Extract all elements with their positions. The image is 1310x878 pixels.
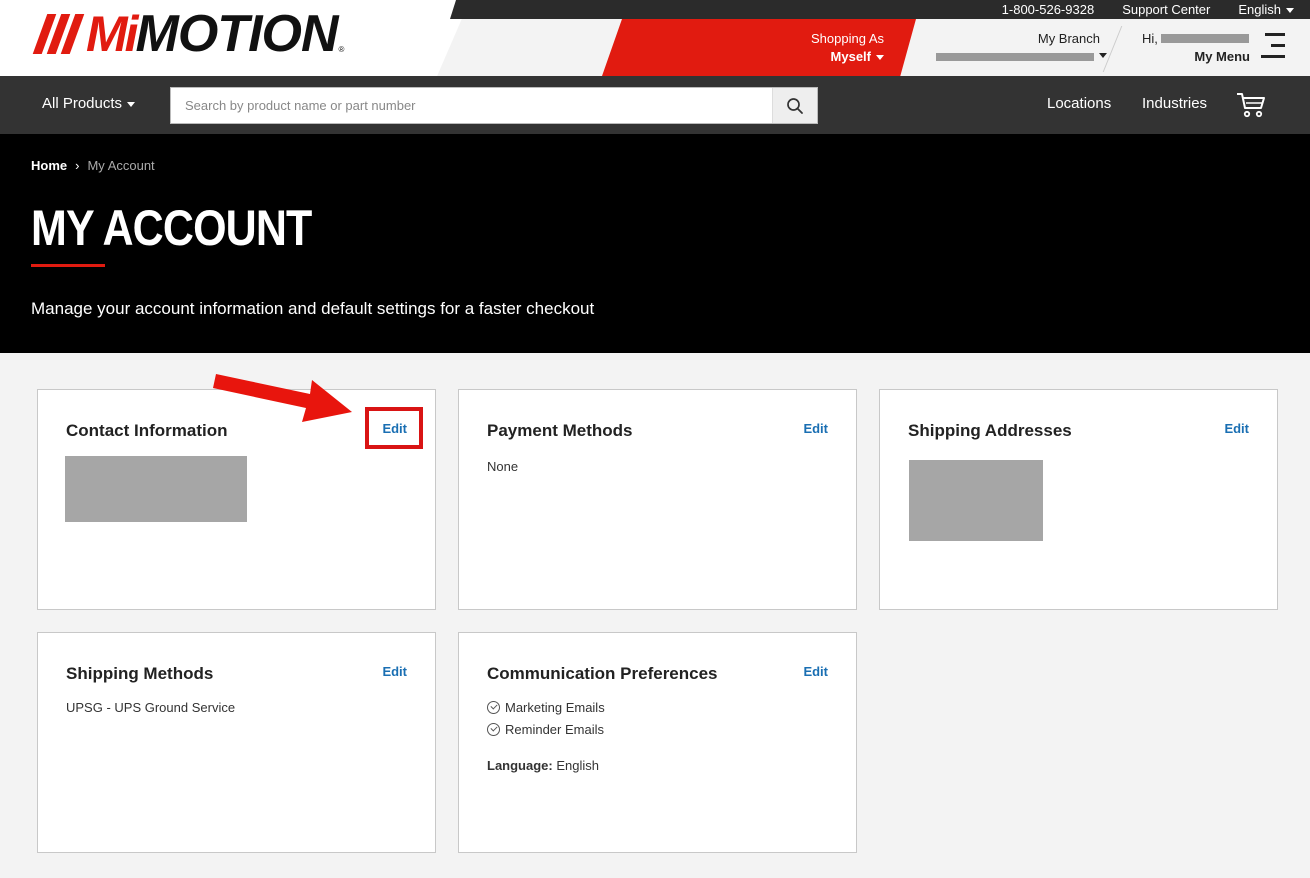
- page-description: Manage your account information and defa…: [31, 299, 595, 318]
- cart-icon[interactable]: [1236, 92, 1266, 118]
- breadcrumb-current: My Account: [87, 158, 155, 173]
- card-title: Shipping Addresses: [908, 421, 1072, 440]
- branch-label: My Branch: [1037, 31, 1100, 46]
- language-label: Language:: [487, 758, 553, 773]
- preference-item: Reminder Emails: [487, 722, 604, 737]
- logo-stripes: [32, 14, 85, 54]
- main-nav: All Products Locations Industries: [0, 76, 1310, 134]
- caret-down-icon: [127, 101, 136, 107]
- phone-link[interactable]: 1-800-526-9328: [1002, 2, 1095, 17]
- shipping-method-value: UPSG - UPS Ground Service: [66, 700, 236, 715]
- caret-down-icon: [1286, 8, 1294, 14]
- my-menu-label: My Menu: [1194, 49, 1250, 64]
- arrow-annotation-icon: [213, 374, 352, 422]
- caret-down-icon: [1099, 53, 1107, 58]
- industries-link[interactable]: Industries: [1142, 95, 1207, 112]
- card-title: Communication Preferences: [487, 664, 718, 683]
- redacted-branch-name: [936, 53, 1094, 61]
- shopping-as-label: Shopping As: [810, 31, 884, 46]
- search-icon: [787, 97, 803, 114]
- branch-selector[interactable]: My Branch: [930, 19, 1110, 76]
- logo-text: MOTION: [135, 5, 339, 63]
- language-row: Language: English: [487, 758, 599, 773]
- language-value: English: [556, 758, 599, 773]
- chevron-right-icon: ›: [75, 158, 80, 173]
- card-title: Contact Information: [66, 421, 228, 440]
- shipping-methods-card: Shipping Methods Edit UPSG - UPS Ground …: [37, 632, 436, 853]
- payment-value: None: [487, 459, 519, 474]
- preference-item: Marketing Emails: [487, 700, 605, 715]
- logo-prefix: Mi: [86, 6, 139, 62]
- caret-down-icon: [876, 55, 884, 61]
- search-input[interactable]: [171, 88, 773, 123]
- shopping-as-selector[interactable]: Shopping As Myself: [602, 19, 916, 76]
- redacted-contact-details: [65, 456, 247, 522]
- shopping-as-value: Myself: [831, 49, 884, 64]
- payment-methods-card: Payment Methods Edit None: [458, 389, 857, 610]
- utility-bar: 1-800-526-9328 Support Center English: [450, 0, 1310, 19]
- search-bar: [170, 87, 818, 124]
- preference-label: Reminder Emails: [505, 722, 604, 737]
- mimotion-logo[interactable]: Mi MOTION ®: [32, 5, 345, 63]
- user-menu[interactable]: Hi, My Menu: [1130, 19, 1260, 76]
- breadcrumb-home[interactable]: Home: [31, 158, 67, 173]
- search-button[interactable]: [772, 88, 817, 123]
- shipping-addresses-card: Shipping Addresses Edit: [879, 389, 1278, 610]
- edit-communication-button[interactable]: Edit: [803, 664, 828, 679]
- communication-preferences-card: Communication Preferences Edit Marketing…: [458, 632, 857, 853]
- site-header: Mi MOTION ® 1-800-526-9328 Support Cente…: [0, 0, 1310, 76]
- edit-highlight-box: [365, 407, 423, 449]
- all-products-menu[interactable]: All Products: [42, 95, 136, 112]
- locations-link[interactable]: Locations: [1047, 95, 1111, 112]
- preference-label: Marketing Emails: [505, 700, 605, 715]
- account-hero: Home › My Account MY ACCOUNT Manage your…: [0, 134, 1310, 353]
- hamburger-icon[interactable]: [1261, 33, 1285, 59]
- logo-registered-mark: ®: [338, 45, 345, 54]
- logo-panel: Mi MOTION ®: [0, 0, 470, 76]
- redacted-user-name: [1161, 34, 1249, 43]
- edit-payment-button[interactable]: Edit: [803, 421, 828, 436]
- support-center-link[interactable]: Support Center: [1122, 2, 1210, 17]
- check-circle-icon: [487, 723, 500, 736]
- edit-shipping-methods-button[interactable]: Edit: [382, 664, 407, 679]
- language-label: English: [1238, 2, 1281, 17]
- language-selector[interactable]: English: [1238, 2, 1294, 17]
- title-underline: [31, 264, 105, 267]
- card-title: Shipping Methods: [66, 664, 214, 683]
- breadcrumb: Home › My Account: [31, 158, 155, 173]
- redacted-address: [909, 460, 1043, 541]
- user-greeting: Hi,: [1142, 31, 1158, 46]
- edit-shipping-addresses-button[interactable]: Edit: [1224, 421, 1249, 436]
- page-title: MY ACCOUNT: [31, 200, 312, 256]
- card-title: Payment Methods: [487, 421, 633, 440]
- check-circle-icon: [487, 701, 500, 714]
